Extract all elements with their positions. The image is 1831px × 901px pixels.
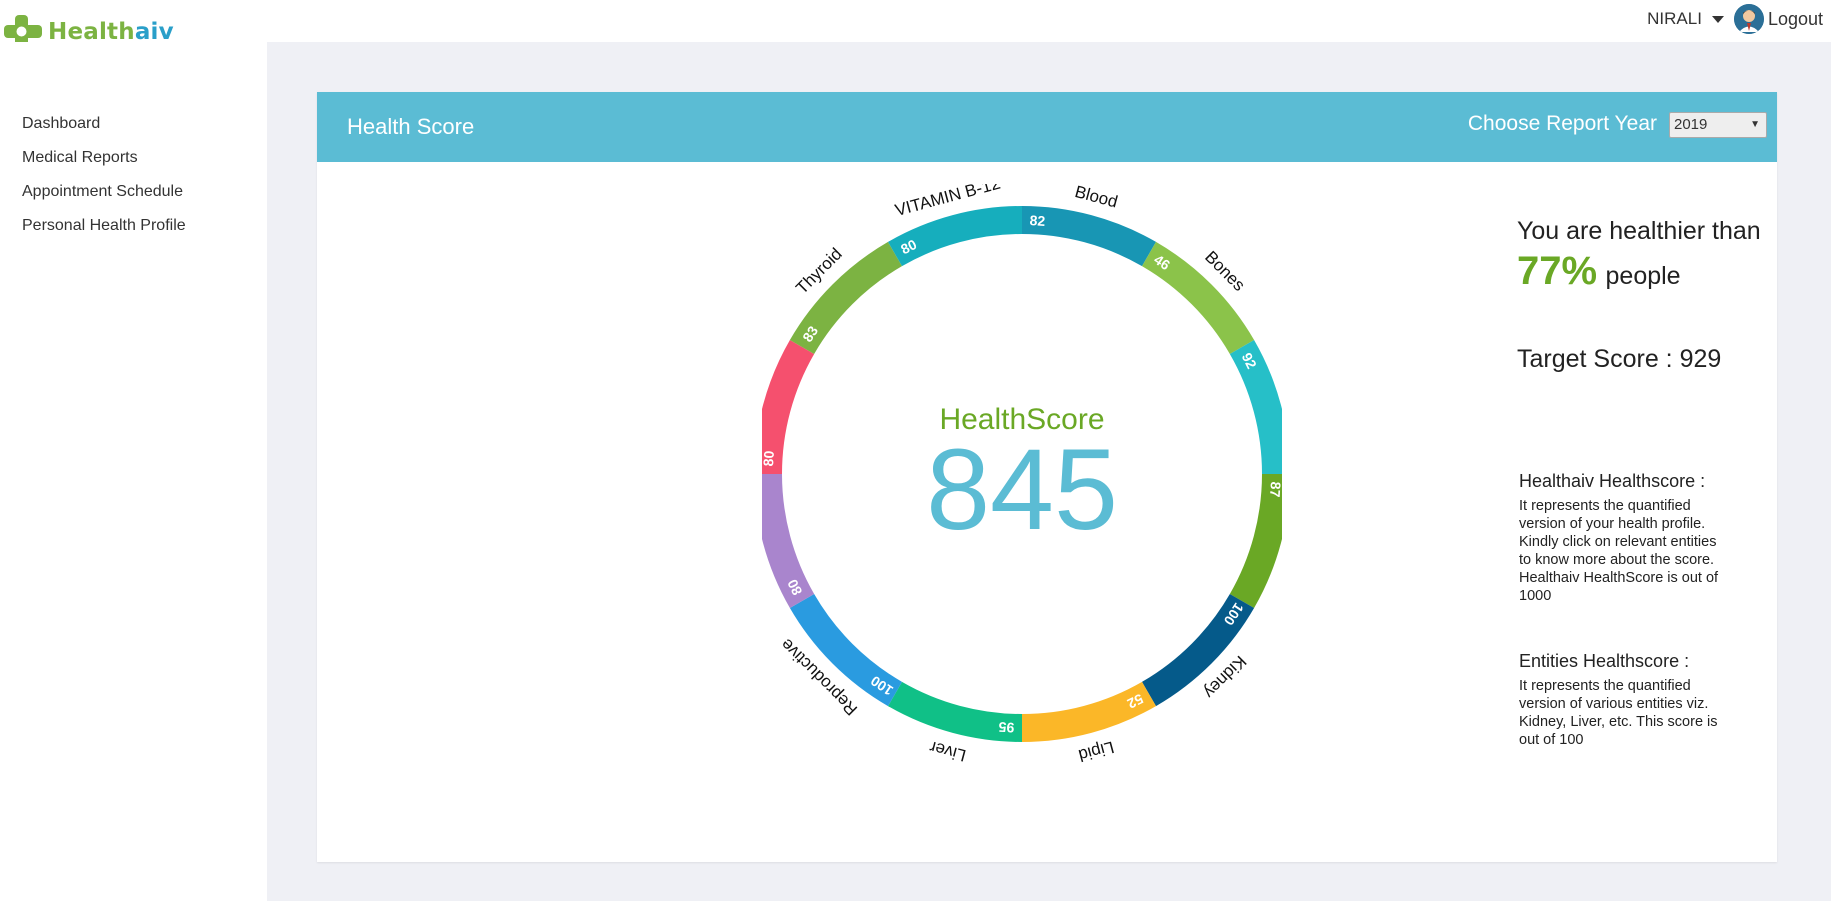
segment-lipid[interactable] xyxy=(1022,681,1156,742)
healthier-text: You are healthier than xyxy=(1517,217,1761,245)
user-menu: NIRALI Logout xyxy=(1647,2,1823,36)
healthaiv-healthscore-text: It represents the quantified version of … xyxy=(1519,498,1719,604)
sidebar-item-medical-reports[interactable]: Medical Reports xyxy=(22,149,138,167)
sidebar-item-dashboard[interactable]: Dashboard xyxy=(22,115,100,133)
score-value: 845 xyxy=(926,426,1118,554)
user-name[interactable]: NIRALI xyxy=(1647,9,1702,29)
year-select-value: 2019 xyxy=(1674,116,1708,133)
percent-line: 77% people xyxy=(1517,249,1681,294)
dropdown-arrow-icon: ▼ xyxy=(1750,119,1760,130)
main-content: Health Score Choose Report Year 2019 ▼ 8… xyxy=(267,42,1831,901)
health-score-card: Health Score Choose Report Year 2019 ▼ 8… xyxy=(317,92,1777,862)
sidebar: Dashboard Medical Reports Appointment Sc… xyxy=(0,42,267,901)
value-label-sugar: 80 xyxy=(762,450,777,467)
target-score: Target Score : 929 xyxy=(1517,345,1722,373)
healthier-percent: 77% xyxy=(1517,249,1598,293)
avatar-icon[interactable] xyxy=(1733,4,1764,34)
top-bar: Healthaiv NIRALI Logout xyxy=(0,0,1831,49)
entities-healthscore-text: It represents the quantified version of … xyxy=(1519,678,1718,748)
year-select[interactable]: 2019 ▼ xyxy=(1669,112,1767,138)
segment-label-blood[interactable]: Blood xyxy=(1073,184,1120,212)
entities-healthscore-title: Entities Healthscore : xyxy=(1519,651,1690,671)
chevron-down-icon[interactable] xyxy=(1711,15,1724,23)
card-header: Health Score Choose Report Year 2019 ▼ xyxy=(317,92,1777,162)
health-score-chart: 82469287100529510080808380 BloodBonesDoc… xyxy=(762,184,1282,804)
logout-link[interactable]: Logout xyxy=(1768,9,1823,30)
value-label-iron: 87 xyxy=(1267,481,1282,498)
sidebar-item-personal-health-profile[interactable]: Personal Health Profile xyxy=(22,217,186,235)
donut-chart: 82469287100529510080808380 BloodBonesDoc… xyxy=(762,184,1282,765)
card-title: Health Score xyxy=(347,114,475,139)
value-label-blood: 82 xyxy=(1029,212,1046,229)
people-text: people xyxy=(1605,262,1681,290)
value-label-liver: 95 xyxy=(998,719,1015,736)
year-label: Choose Report Year xyxy=(1467,112,1657,135)
healthaiv-healthscore-title: Healthaiv Healthscore : xyxy=(1519,471,1706,491)
sidebar-item-appointment-schedule[interactable]: Appointment Schedule xyxy=(22,183,183,201)
segment-label-liver[interactable]: Liver xyxy=(927,737,968,765)
segment-label-lipid[interactable]: Lipid xyxy=(1076,737,1116,765)
